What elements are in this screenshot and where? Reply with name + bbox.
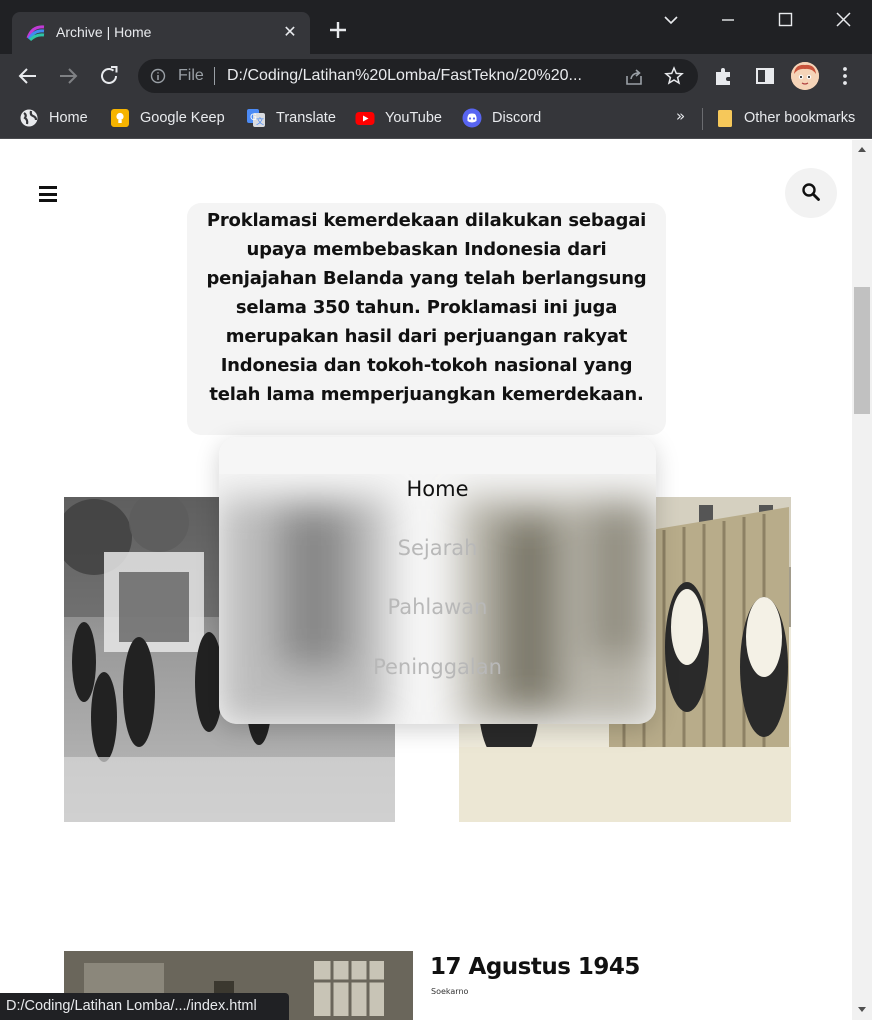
reload-icon[interactable] bbox=[97, 64, 121, 88]
discord-icon bbox=[462, 108, 482, 128]
youtube-icon bbox=[355, 112, 375, 125]
maximize-icon[interactable] bbox=[770, 8, 800, 32]
bookmark-label: Google Keep bbox=[140, 110, 225, 126]
page-viewport: Proklamasi kemerdekaan dilakukan sebagai… bbox=[1, 140, 852, 1020]
bookmark-discord[interactable]: Discord bbox=[462, 107, 541, 129]
bookmark-star-icon[interactable] bbox=[664, 66, 684, 86]
nav-item-pahlawan[interactable]: Pahlawan bbox=[219, 595, 656, 619]
scroll-up-arrow-icon[interactable] bbox=[858, 147, 866, 152]
intro-paragraph: Proklamasi kemerdekaan dilakukan sebagai… bbox=[206, 210, 647, 405]
other-bookmarks-folder[interactable]: Other bookmarks bbox=[715, 107, 855, 129]
page-scrollbar[interactable] bbox=[852, 140, 872, 1020]
browser-menu-icon[interactable] bbox=[833, 64, 857, 88]
tab-search-chevron-icon[interactable] bbox=[656, 8, 686, 32]
address-bar[interactable]: File D:/Coding/Latihan%20Lomba/FastTekno… bbox=[138, 59, 698, 93]
translate-icon: G 文 bbox=[247, 109, 265, 127]
minimize-icon[interactable] bbox=[713, 8, 743, 32]
site-info-icon[interactable] bbox=[150, 68, 166, 84]
bookmark-translate[interactable]: G 文 Translate bbox=[246, 107, 336, 129]
bookmark-label: YouTube bbox=[385, 110, 442, 126]
nav-item-peninggalan[interactable]: Peninggalan bbox=[219, 655, 656, 679]
bookmarks-bar: Home Google Keep G 文 Translate YouTube D… bbox=[0, 99, 872, 139]
scroll-thumb[interactable] bbox=[854, 287, 870, 414]
bookmark-label: Translate bbox=[276, 110, 336, 126]
svg-text:文: 文 bbox=[256, 116, 264, 126]
url-separator bbox=[214, 67, 215, 85]
folder-icon bbox=[718, 110, 732, 127]
article-subtitle: Soekarno bbox=[431, 987, 469, 996]
share-icon[interactable] bbox=[624, 67, 644, 87]
bookmark-home[interactable]: Home bbox=[19, 107, 88, 129]
nav-menu-overlay: Home Sejarah Pahlawan Peninggalan bbox=[219, 437, 656, 724]
keep-icon bbox=[111, 109, 129, 127]
status-link-preview: D:/Coding/Latihan Lomba/.../index.html bbox=[0, 993, 289, 1020]
side-panel-icon[interactable] bbox=[753, 64, 777, 88]
profile-avatar[interactable] bbox=[791, 62, 819, 90]
bookmark-label: Home bbox=[49, 110, 88, 126]
back-arrow-icon[interactable] bbox=[16, 64, 40, 88]
article-title[interactable]: 17 Agustus 1945 bbox=[430, 954, 640, 980]
bookmarks-divider bbox=[702, 108, 703, 130]
bookmark-youtube[interactable]: YouTube bbox=[355, 107, 442, 129]
search-button[interactable] bbox=[785, 168, 837, 218]
browser-toolbar: File D:/Coding/Latihan%20Lomba/FastTekno… bbox=[0, 54, 872, 99]
hamburger-menu-icon[interactable] bbox=[39, 186, 57, 202]
intro-card: Proklamasi kemerdekaan dilakukan sebagai… bbox=[187, 203, 666, 435]
site-favicon-icon bbox=[26, 25, 45, 42]
nav-item-home[interactable]: Home bbox=[219, 477, 656, 501]
new-tab-icon[interactable] bbox=[326, 18, 350, 42]
url-text[interactable]: D:/Coding/Latihan%20Lomba/FastTekno/20%2… bbox=[227, 67, 612, 85]
extensions-puzzle-icon[interactable] bbox=[712, 64, 736, 88]
url-scheme-label: File bbox=[178, 67, 204, 84]
globe-icon bbox=[20, 109, 38, 127]
other-bookmarks-label: Other bookmarks bbox=[744, 110, 856, 126]
scroll-down-arrow-icon[interactable] bbox=[858, 1007, 866, 1012]
tab-title: Archive | Home bbox=[56, 24, 152, 40]
nav-item-sejarah[interactable]: Sejarah bbox=[219, 536, 656, 560]
browser-tab[interactable]: Archive | Home ✕ bbox=[12, 12, 310, 54]
forward-arrow-icon[interactable] bbox=[56, 64, 80, 88]
browser-titlebar: Archive | Home ✕ bbox=[0, 0, 872, 54]
bookmarks-overflow-chevron-icon[interactable]: » bbox=[676, 107, 685, 125]
search-icon bbox=[802, 183, 820, 201]
close-window-icon[interactable] bbox=[828, 8, 858, 32]
bookmark-google-keep[interactable]: Google Keep bbox=[110, 107, 225, 129]
bookmark-label: Discord bbox=[492, 110, 542, 126]
tab-close-icon[interactable]: ✕ bbox=[280, 21, 300, 43]
